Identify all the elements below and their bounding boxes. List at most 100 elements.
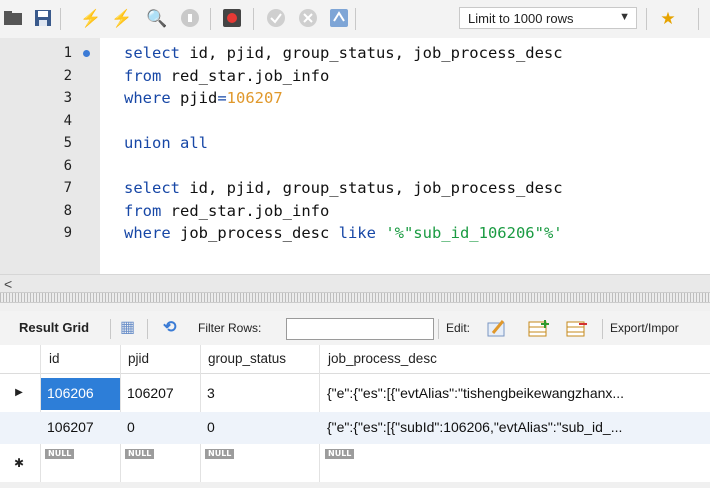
toolbar-separator	[147, 319, 148, 339]
execute-icon[interactable]: ⚡	[80, 7, 102, 29]
save-icon[interactable]	[32, 7, 54, 29]
column-header-id[interactable]: id	[49, 351, 60, 366]
code-line[interactable]: 5 union all	[0, 132, 710, 154]
toolbar-separator	[646, 8, 647, 30]
stop-icon[interactable]	[179, 7, 201, 29]
cell-group-status[interactable]: 0	[207, 419, 215, 435]
toolbar-separator	[110, 319, 111, 339]
cell-job-process-desc[interactable]: {"e":{"es":[{"evtAlias":"tishengbeikewan…	[327, 385, 624, 401]
null-badge: NULL	[325, 449, 355, 459]
code-token: '%"sub_id_106206"%'	[385, 224, 563, 242]
execute-current-icon[interactable]: ⚡	[111, 7, 133, 29]
line-number: 3	[63, 90, 72, 106]
code-token: select	[124, 179, 190, 197]
sql-editor[interactable]: 1 select id, pjid, group_status, job_proc…	[0, 38, 710, 274]
toolbar-separator	[438, 319, 439, 339]
code-token: like	[338, 224, 386, 242]
line-number: 6	[63, 157, 72, 174]
result-grid[interactable]: id pjid group_status job_process_desc ▶ …	[0, 345, 710, 482]
code-line[interactable]: 1 select id, pjid, group_status, job_proc…	[0, 42, 710, 64]
grid-header: id pjid group_status job_process_desc	[0, 345, 710, 374]
code-token: job_process_desc	[180, 224, 339, 242]
limit-rows-label: Limit to 1000 rows	[468, 11, 574, 26]
line-number: 4	[63, 112, 72, 129]
cell-group-status[interactable]: 3	[207, 385, 215, 401]
export-import-label[interactable]: Export/Impor	[610, 321, 679, 335]
line-number: 7	[63, 180, 72, 196]
code-token: where	[124, 89, 180, 107]
folder-icon[interactable]	[2, 7, 24, 29]
toolbar-separator	[698, 8, 699, 30]
code-text: where pjid=106207	[124, 87, 283, 109]
code-text: union all	[124, 132, 208, 154]
autocommit-icon[interactable]	[328, 7, 350, 29]
toggle-icon[interactable]	[221, 7, 243, 29]
code-text: where job_process_desc like '%"sub_id_10…	[124, 222, 563, 244]
code-token: where	[124, 224, 180, 242]
code-text: select id, pjid, group_status, job_proce…	[124, 42, 563, 64]
table-row[interactable]: ▶ 106206 106207 3 {"e":{"es":[{"evtAlias…	[0, 378, 710, 410]
column-header-pjid[interactable]: pjid	[128, 351, 149, 366]
delete-row-icon[interactable]	[566, 318, 588, 344]
cell-pjid[interactable]: 106207	[127, 385, 174, 401]
toolbar-separator	[60, 8, 61, 30]
code-token: id, pjid, group_status, job_process_desc	[189, 179, 563, 197]
code-token: pjid	[180, 89, 218, 107]
column-header-group-status[interactable]: group_status	[208, 351, 286, 366]
new-row[interactable]: ✱ NULL NULL NULL NULL	[0, 444, 710, 476]
code-line[interactable]: 2 from red_star.job_info	[0, 65, 710, 87]
line-number: 1	[63, 45, 72, 61]
code-token: =	[217, 89, 227, 107]
code-line[interactable]: 9 where job_process_desc like '%"sub_id_1…	[0, 222, 710, 244]
code-line[interactable]: 8 from red_star.job_info	[0, 200, 710, 222]
code-text: select id, pjid, group_status, job_proce…	[124, 177, 563, 199]
filter-rows-input[interactable]	[286, 318, 434, 340]
bookmark-icon[interactable]: ★	[657, 7, 679, 29]
cell-id[interactable]: 106207	[47, 419, 94, 435]
line-number: 5	[63, 135, 72, 151]
toolbar-separator	[253, 8, 254, 30]
line-number: 2	[63, 67, 72, 84]
table-row[interactable]: 106207 0 0 {"e":{"es":[{"subId":106206,"…	[0, 412, 710, 444]
edit-label: Edit:	[446, 321, 471, 335]
add-row-icon[interactable]	[528, 318, 550, 344]
code-text: from red_star.job_info	[124, 200, 329, 222]
scroll-left-icon[interactable]: <	[4, 276, 12, 292]
code-token: from	[124, 201, 171, 220]
refresh-icon[interactable]: ⟲	[163, 318, 176, 338]
panel-splitter[interactable]	[0, 292, 710, 303]
code-line[interactable]: 4	[0, 110, 710, 132]
code-line[interactable]: 6	[0, 155, 710, 177]
code-token: select	[124, 44, 190, 62]
code-line[interactable]: 3 where pjid=106207	[0, 87, 710, 109]
code-token: union all	[124, 134, 208, 152]
code-token: id, pjid, group_status, job_process_desc	[189, 44, 563, 62]
commit-icon[interactable]	[265, 7, 287, 29]
toolbar-separator	[602, 319, 603, 339]
line-number: 8	[63, 202, 72, 219]
filter-rows-label: Filter Rows:	[198, 321, 262, 335]
cell-id[interactable]: 106206	[47, 385, 94, 401]
code-token: from	[124, 66, 171, 85]
cell-job-process-desc[interactable]: {"e":{"es":[{"subId":106206,"evtAlias":"…	[327, 419, 622, 435]
line-number: 9	[63, 225, 72, 241]
chevron-down-icon: ▼	[619, 11, 630, 23]
column-header-job-process-desc[interactable]: job_process_desc	[328, 351, 437, 366]
result-toolbar: Result Grid ▦ ⟲ Filter Rows: Edit: Expor…	[0, 311, 710, 346]
result-grid-tab[interactable]: Result Grid	[19, 320, 89, 335]
code-token: 106207	[226, 89, 283, 107]
null-badge: NULL	[45, 449, 75, 459]
rollback-icon[interactable]	[297, 7, 319, 29]
code-token: red_star.job_info	[170, 66, 330, 85]
grid-layout-icon[interactable]: ▦	[120, 318, 135, 338]
limit-rows-select[interactable]: Limit to 1000 rows ▼	[459, 7, 637, 29]
null-badge: NULL	[125, 449, 155, 459]
sql-editor-toolbar: ⚡ ⚡ 🔍 Limit to 1000 rows ▼ ★	[0, 0, 710, 39]
explain-icon[interactable]: 🔍	[146, 7, 168, 29]
code-line[interactable]: 7 select id, pjid, group_status, job_proc…	[0, 177, 710, 199]
edit-row-icon[interactable]	[487, 318, 507, 344]
toolbar-separator	[210, 8, 211, 30]
horizontal-scrollbar[interactable]: <	[0, 274, 710, 293]
new-row-indicator-icon: ✱	[13, 456, 25, 470]
cell-pjid[interactable]: 0	[127, 419, 135, 435]
